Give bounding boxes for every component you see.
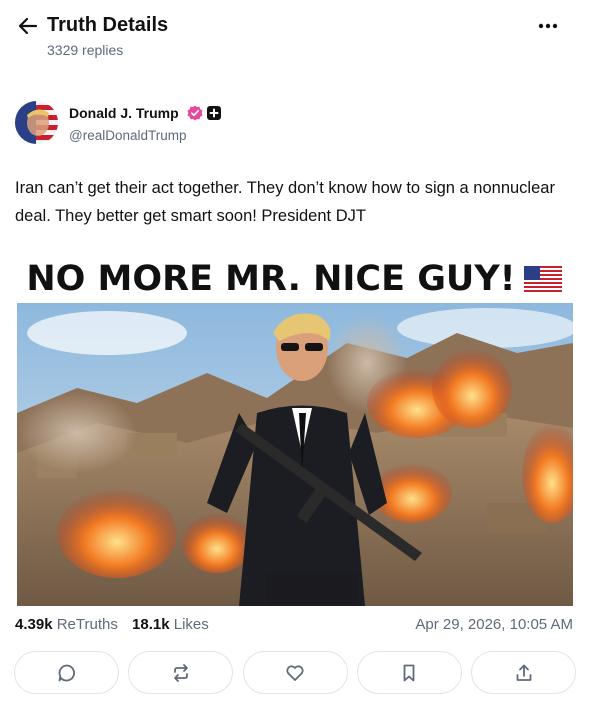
image-banner-text: NO MORE MR. NICE GUY! [26,259,516,299]
likes-stat[interactable]: 18.1k Likes [132,616,209,633]
reply-count: 3329 replies [47,42,124,58]
arrow-left-icon [18,17,38,35]
post-stats: 4.39k ReTruths 18.1k Likes [15,616,219,633]
share-icon [516,664,531,681]
reply-icon [58,664,75,681]
likes-label: Likes [173,616,209,633]
likes-count: 18.1k [132,616,170,633]
post-timestamp: Apr 29, 2026, 10:05 AM [415,616,573,633]
retruths-stat[interactable]: 4.39k ReTruths [15,616,118,633]
more-options-button[interactable] [536,18,560,34]
retruths-count: 4.39k [15,616,53,633]
post-image[interactable]: NO MORE MR. NICE GUY! [15,245,573,607]
post-text: Iran can’t get their act together. They … [15,179,555,225]
bookmark-icon [403,664,415,681]
retruths-label: ReTruths [56,616,118,633]
retruth-button[interactable] [128,651,234,694]
page-title: Truth Details [47,14,169,36]
reply-button[interactable] [14,651,119,694]
bookmark-button[interactable] [356,651,462,694]
image-banner: NO MORE MR. NICE GUY! [15,253,573,305]
back-button[interactable] [17,15,39,37]
verified-badge-icon [187,105,203,121]
author-name[interactable]: Donald J. Trump [69,105,179,121]
image-scene [17,303,573,606]
us-flag-icon [523,266,562,292]
author-badges [187,105,222,121]
more-dots-icon [538,23,558,29]
post-author: Donald J. Trump @realDonaldTrump [15,100,415,146]
plus-badge-icon [207,106,221,120]
like-icon [286,664,304,681]
like-button[interactable] [242,651,348,694]
avatar[interactable] [15,101,58,144]
top-bar: Truth Details 3329 replies [0,0,589,70]
post-actions [14,651,576,695]
retruth-icon [173,663,188,682]
share-button[interactable] [471,651,576,694]
author-handle[interactable]: @realDonaldTrump [69,128,187,143]
